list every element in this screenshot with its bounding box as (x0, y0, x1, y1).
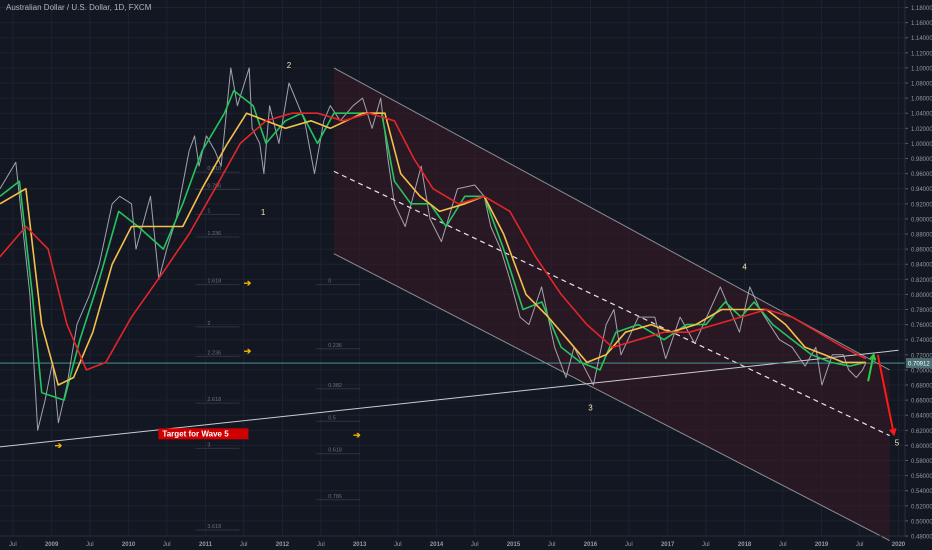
y-tick-label: 1.16000 (911, 21, 932, 27)
x-tick-label: Jul (86, 542, 94, 548)
arrow-right-icon: ➔ (244, 346, 252, 356)
fib-level-label: 0.786 (328, 494, 342, 500)
fib-level-label: 3.618 (207, 524, 221, 530)
y-tick-label: 0.80000 (911, 293, 932, 299)
x-tick-label: 2014 (430, 542, 444, 548)
fib-level-label: 1.618 (207, 279, 221, 285)
fib-level-label: 0.5 (328, 415, 336, 421)
fib-level-label: 1.236 (207, 231, 221, 237)
arrow-right-icon: ➔ (244, 278, 252, 288)
y-tick-label: 0.86000 (911, 248, 932, 254)
fib-level-label: 0 (328, 279, 331, 285)
x-tick-label: 2016 (584, 542, 598, 548)
x-tick-label: Jul (240, 542, 248, 548)
x-tick-label: Jul (548, 542, 556, 548)
y-tick-label: 0.82000 (911, 278, 932, 284)
x-tick-label: 2019 (815, 542, 829, 548)
y-tick-label: 0.62000 (911, 429, 932, 435)
price-chart[interactable]: 0.618 0.786 1 1.236 1.618 2 2.236 2.618 3 3.618 0 0… (0, 0, 932, 550)
x-tick-label: 2013 (353, 542, 367, 548)
y-tick-label: 0.96000 (911, 172, 932, 178)
x-tick-label: Jul (163, 542, 171, 548)
y-tick-label: 0.68000 (911, 384, 932, 390)
y-tick-label: 0.98000 (911, 157, 932, 163)
y-tick-label: 0.94000 (911, 187, 932, 193)
y-tick-label: 0.56000 (911, 474, 932, 480)
x-tick-label: 2020 (892, 542, 906, 548)
y-tick-label: 0.92000 (911, 202, 932, 208)
y-tick-label: 0.60000 (911, 444, 932, 450)
y-tick-label: 0.74000 (911, 338, 932, 344)
x-tick-label: 2009 (45, 542, 59, 548)
x-tick-label: 2011 (199, 542, 213, 548)
x-tick-label: 2010 (122, 542, 136, 548)
y-tick-label: 0.78000 (911, 308, 932, 314)
wave-label: 4 (742, 263, 747, 272)
y-tick-label: 0.90000 (911, 217, 932, 223)
y-tick-label: 1.18000 (911, 6, 932, 12)
y-tick-label: 1.00000 (911, 142, 932, 148)
fib-level-label: 2.236 (207, 350, 221, 356)
annotation-text: Target for Wave 5 (162, 429, 229, 438)
symbol-title: Australian Dollar / U.S. Dollar, 1D, FXC… (6, 3, 152, 12)
fib-level-label: 2.618 (207, 397, 221, 403)
y-tick-label: 0.76000 (911, 323, 932, 329)
y-tick-label: 1.06000 (911, 97, 932, 103)
current-price-value: 0.70912 (908, 362, 930, 368)
y-tick-label: 0.66000 (911, 399, 932, 405)
y-tick-label: 1.12000 (911, 51, 932, 57)
wave-label: 5 (895, 438, 900, 447)
x-tick-label: 2017 (661, 542, 675, 548)
arrow-right-icon: ➔ (353, 430, 361, 440)
fib-level-label: 0.382 (328, 383, 342, 389)
wave-label: 2 (287, 61, 292, 70)
x-tick-label: Jul (702, 542, 710, 548)
y-tick-label: 0.70000 (911, 368, 932, 374)
fib-level-label: 1 (207, 208, 210, 214)
x-tick-label: Jul (625, 542, 633, 548)
x-tick-label: 2015 (507, 542, 521, 548)
y-tick-label: 1.14000 (911, 36, 932, 42)
x-tick-label: 2018 (738, 542, 752, 548)
y-tick-label: 0.50000 (911, 519, 932, 525)
y-tick-label: 0.52000 (911, 504, 932, 510)
y-tick-label: 0.84000 (911, 263, 932, 269)
y-tick-label: 0.88000 (911, 233, 932, 239)
arrow-right-icon: ➔ (55, 440, 63, 450)
x-tick-label: Jul (779, 542, 787, 548)
x-tick-label: Jul (317, 542, 325, 548)
fib-level-label: 2 (207, 321, 210, 327)
y-tick-label: 1.04000 (911, 112, 932, 118)
fib-level-label: 0.618 (328, 448, 342, 454)
y-tick-label: 0.64000 (911, 414, 932, 420)
y-tick-label: 1.02000 (911, 127, 932, 133)
wave-label: 1 (261, 208, 266, 217)
y-tick-label: 0.54000 (911, 489, 932, 495)
y-tick-label: 0.58000 (911, 459, 932, 465)
x-tick-label: Jul (471, 542, 479, 548)
y-tick-label: 1.10000 (911, 66, 932, 72)
x-tick-label: Jul (394, 542, 402, 548)
x-tick-label: Jul (9, 542, 17, 548)
y-tick-label: 1.08000 (911, 82, 932, 88)
x-tick-label: Jul (856, 542, 864, 548)
fib-level-label: 0.236 (328, 343, 342, 349)
y-tick-label: 0.48000 (911, 535, 932, 541)
fib-level-label: 3 (207, 442, 210, 448)
wave-label: 3 (588, 404, 593, 413)
x-tick-label: 2012 (276, 542, 290, 548)
